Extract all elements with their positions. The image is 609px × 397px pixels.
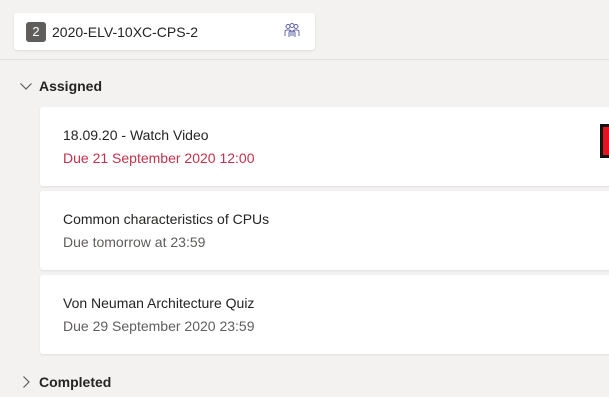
class-number-badge: 2 [26, 21, 46, 42]
section-label-completed: Completed [39, 374, 112, 390]
assignments-page: 2 2020-ELV-10XC-CPS-2 Assigned 18.09.20 … [0, 0, 609, 397]
team-icon[interactable] [283, 23, 301, 39]
chevron-right-icon [23, 376, 30, 388]
assignment-card[interactable]: Common characteristics of CPUs Due tomor… [40, 191, 609, 270]
section-label-assigned: Assigned [39, 78, 103, 94]
class-selector[interactable]: 2 2020-ELV-10XC-CPS-2 [14, 13, 315, 50]
assignment-title: Common characteristics of CPUs [63, 211, 270, 227]
assignment-due: Due 29 September 2020 23:59 [63, 318, 255, 334]
section-assigned[interactable]: Assigned [0, 74, 102, 98]
assignment-title: 18.09.20 - Watch Video [63, 127, 209, 143]
class-header: 2 2020-ELV-10XC-CPS-2 [0, 0, 609, 60]
assignment-title: Von Neuman Architecture Quiz [63, 295, 255, 311]
assignment-card[interactable]: 18.09.20 - Watch Video Due 21 September … [40, 107, 609, 186]
chevron-down-icon [20, 83, 32, 90]
section-completed[interactable]: Completed [0, 370, 111, 394]
flag-marker [600, 124, 609, 158]
assignment-due: Due tomorrow at 23:59 [63, 234, 206, 250]
assignment-due: Due 21 September 2020 12:00 [63, 150, 255, 166]
class-name: 2020-ELV-10XC-CPS-2 [52, 23, 199, 40]
assignment-card[interactable]: Von Neuman Architecture Quiz Due 29 Sept… [40, 275, 609, 354]
